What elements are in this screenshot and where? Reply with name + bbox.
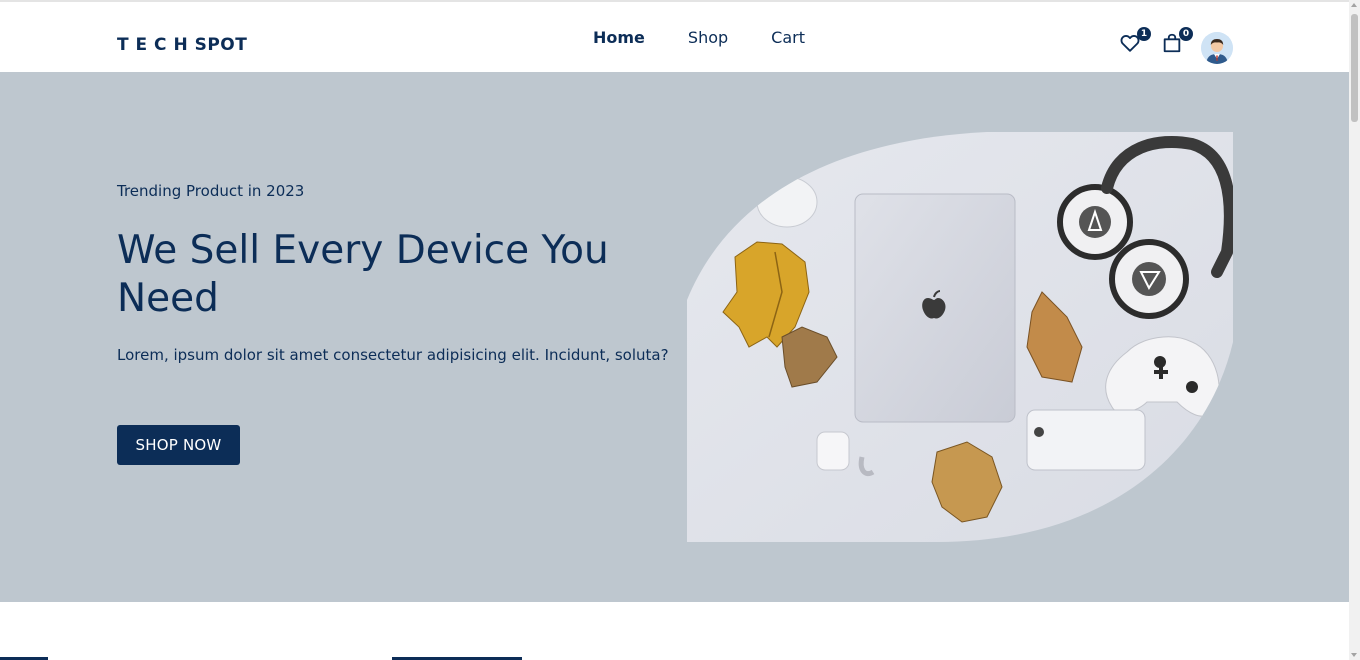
hero-products-image <box>687 132 1233 542</box>
page-scrollbar[interactable] <box>1349 0 1360 660</box>
scroll-thumb[interactable] <box>1351 14 1358 122</box>
hero-products-illustration <box>687 132 1233 542</box>
page: T E C H SPOT Home Shop Cart 1 0 Trending… <box>0 0 1349 660</box>
nav-link-home[interactable]: Home <box>593 28 645 47</box>
cart-count-badge: 0 <box>1179 27 1193 41</box>
shop-now-button[interactable]: SHOP NOW <box>117 425 240 465</box>
scroll-down-arrow-icon[interactable] <box>1351 653 1357 657</box>
user-avatar[interactable] <box>1201 32 1233 64</box>
user-avatar-icon <box>1201 32 1233 64</box>
hero-eyebrow: Trending Product in 2023 <box>117 182 305 200</box>
nav-link-cart[interactable]: Cart <box>771 28 805 47</box>
wishlist-count-badge: 1 <box>1137 27 1151 41</box>
hero-section: Trending Product in 2023 We Sell Every D… <box>0 72 1349 602</box>
scroll-up-arrow-icon[interactable] <box>1351 3 1357 7</box>
hero-description: Lorem, ipsum dolor sit amet consectetur … <box>117 346 669 364</box>
brand-logo[interactable]: T E C H SPOT <box>117 35 247 55</box>
cart-button[interactable]: 0 <box>1161 27 1193 56</box>
site-header: T E C H SPOT Home Shop Cart 1 0 <box>0 2 1349 72</box>
hero-headline: We Sell Every Device You Need <box>117 228 609 321</box>
main-nav: Home Shop Cart <box>593 28 848 47</box>
nav-link-shop[interactable]: Shop <box>688 28 728 47</box>
wishlist-button[interactable]: 1 <box>1119 27 1151 56</box>
